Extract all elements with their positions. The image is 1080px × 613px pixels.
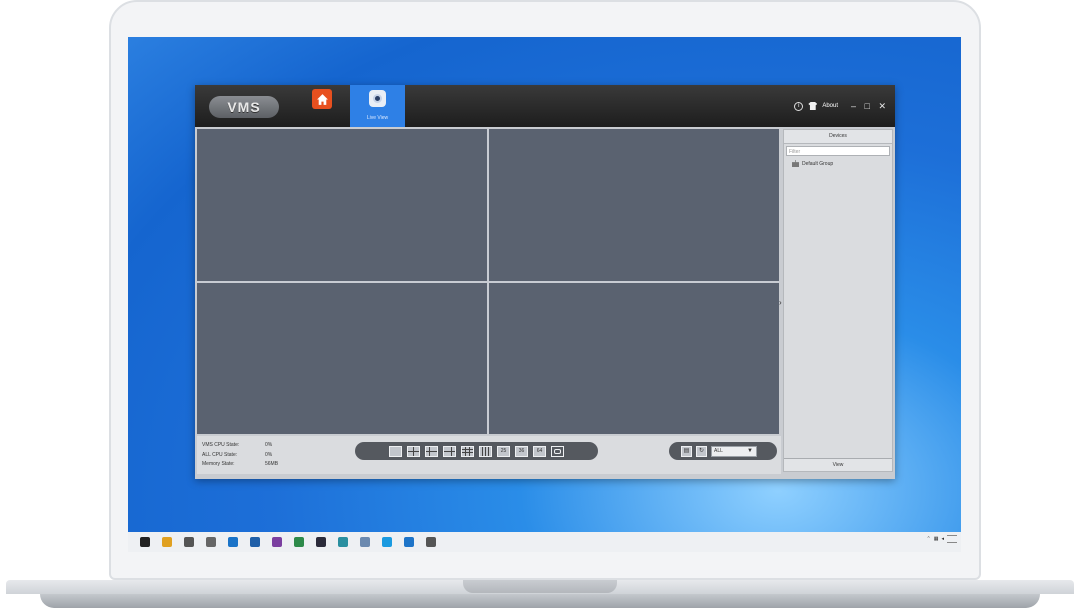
paint-icon[interactable]	[360, 537, 370, 547]
camera-icon	[369, 90, 386, 107]
bottom-toolbar: VMS CPU State: 0% ALL CPU State: 0% Memory…	[197, 436, 781, 474]
video-cell[interactable]	[197, 283, 487, 434]
settings-icon[interactable]	[426, 537, 436, 547]
layout-8-button[interactable]	[443, 445, 456, 457]
layout-25-button[interactable]: 25	[497, 445, 510, 457]
stream-select-value: ALL	[714, 447, 723, 454]
app-icon[interactable]	[338, 537, 348, 547]
layout-1-button[interactable]	[389, 445, 402, 457]
filter-input[interactable]: Filter	[786, 146, 890, 156]
view-button[interactable]: View	[784, 458, 892, 471]
layout-6-button[interactable]	[425, 445, 438, 457]
stat-label: Memory State:	[202, 461, 235, 467]
devices-panel: Devices Filter Default Group View	[783, 129, 893, 472]
about-link[interactable]: About	[822, 103, 838, 109]
live-view-label: Live View	[366, 115, 389, 121]
devices-title: Devices	[784, 130, 892, 144]
layout-9-button[interactable]	[461, 445, 474, 457]
start-icon[interactable]	[140, 537, 150, 547]
terminal-icon[interactable]	[316, 537, 326, 547]
up-arrow-icon[interactable]: ⌃	[927, 536, 931, 542]
video-cell[interactable]	[489, 283, 779, 434]
home-button[interactable]	[312, 89, 332, 109]
layout-toolbar: 25 36 64	[355, 442, 598, 460]
app-icon[interactable]	[184, 537, 194, 547]
video-cell[interactable]	[489, 129, 779, 281]
video-cell[interactable]	[197, 129, 487, 281]
onenote-icon[interactable]	[272, 537, 282, 547]
video-grid	[197, 129, 779, 434]
settings-icon[interactable]: i	[794, 101, 804, 111]
system-stats: VMS CPU State: 0% ALL CPU State: 0% Memory…	[202, 441, 278, 470]
layout-4-button[interactable]	[407, 445, 420, 457]
refresh-icon[interactable]: ↻	[696, 445, 707, 457]
stream-select[interactable]: ALL ▼	[711, 445, 757, 457]
stat-value: 56MB	[265, 461, 279, 467]
title-bar: VMS Live View i About – □ ✕	[195, 85, 895, 127]
stat-value: 0%	[265, 442, 273, 448]
chevron-down-icon: ▼	[747, 447, 753, 454]
stream-toolbar: ▤ ↻ ALL ▼	[669, 442, 777, 460]
volume-icon[interactable]: ◂	[941, 536, 944, 542]
document-icon[interactable]: ▤	[681, 445, 692, 457]
tab-live-view[interactable]: Live View	[350, 85, 405, 127]
stat-label: ALL CPU State:	[202, 451, 238, 458]
vms-logo: VMS	[209, 96, 279, 118]
group-label: Default Group	[802, 160, 834, 167]
fullscreen-button[interactable]	[551, 445, 564, 457]
window-controls[interactable]: – □ ✕	[851, 101, 889, 112]
desktop-screen: VMS Live View i About – □ ✕ › Devices Fi…	[128, 37, 961, 552]
app-icon[interactable]	[294, 537, 304, 547]
clock[interactable]	[947, 535, 957, 543]
layout-36-button[interactable]: 36	[515, 445, 528, 457]
stat-value: 0%	[265, 451, 273, 458]
tree-item-default-group[interactable]: Default Group	[792, 159, 892, 168]
network-icon[interactable]: ▦	[934, 536, 939, 542]
twitter-icon[interactable]	[404, 537, 414, 547]
layout-16-button[interactable]	[479, 445, 492, 457]
home-icon	[316, 93, 328, 105]
vms-window: VMS Live View i About – □ ✕ › Devices Fi…	[195, 85, 895, 479]
group-icon	[792, 160, 799, 167]
stat-label: VMS CPU State:	[202, 442, 240, 448]
calculator-icon[interactable]	[206, 537, 216, 547]
windows-taskbar: ⌃ ▦ ◂	[128, 532, 961, 552]
laptop-notch	[463, 580, 617, 593]
file-explorer-icon[interactable]	[162, 537, 172, 547]
skype-icon[interactable]	[382, 537, 392, 547]
word-icon[interactable]	[250, 537, 260, 547]
title-bar-actions: i About – □ ✕	[794, 100, 889, 112]
system-tray: ⌃ ▦ ◂	[927, 535, 957, 543]
laptop-base	[0, 580, 1080, 613]
edge-icon[interactable]	[228, 537, 238, 547]
skin-icon[interactable]	[808, 102, 818, 110]
layout-64-button[interactable]: 64	[533, 445, 546, 457]
